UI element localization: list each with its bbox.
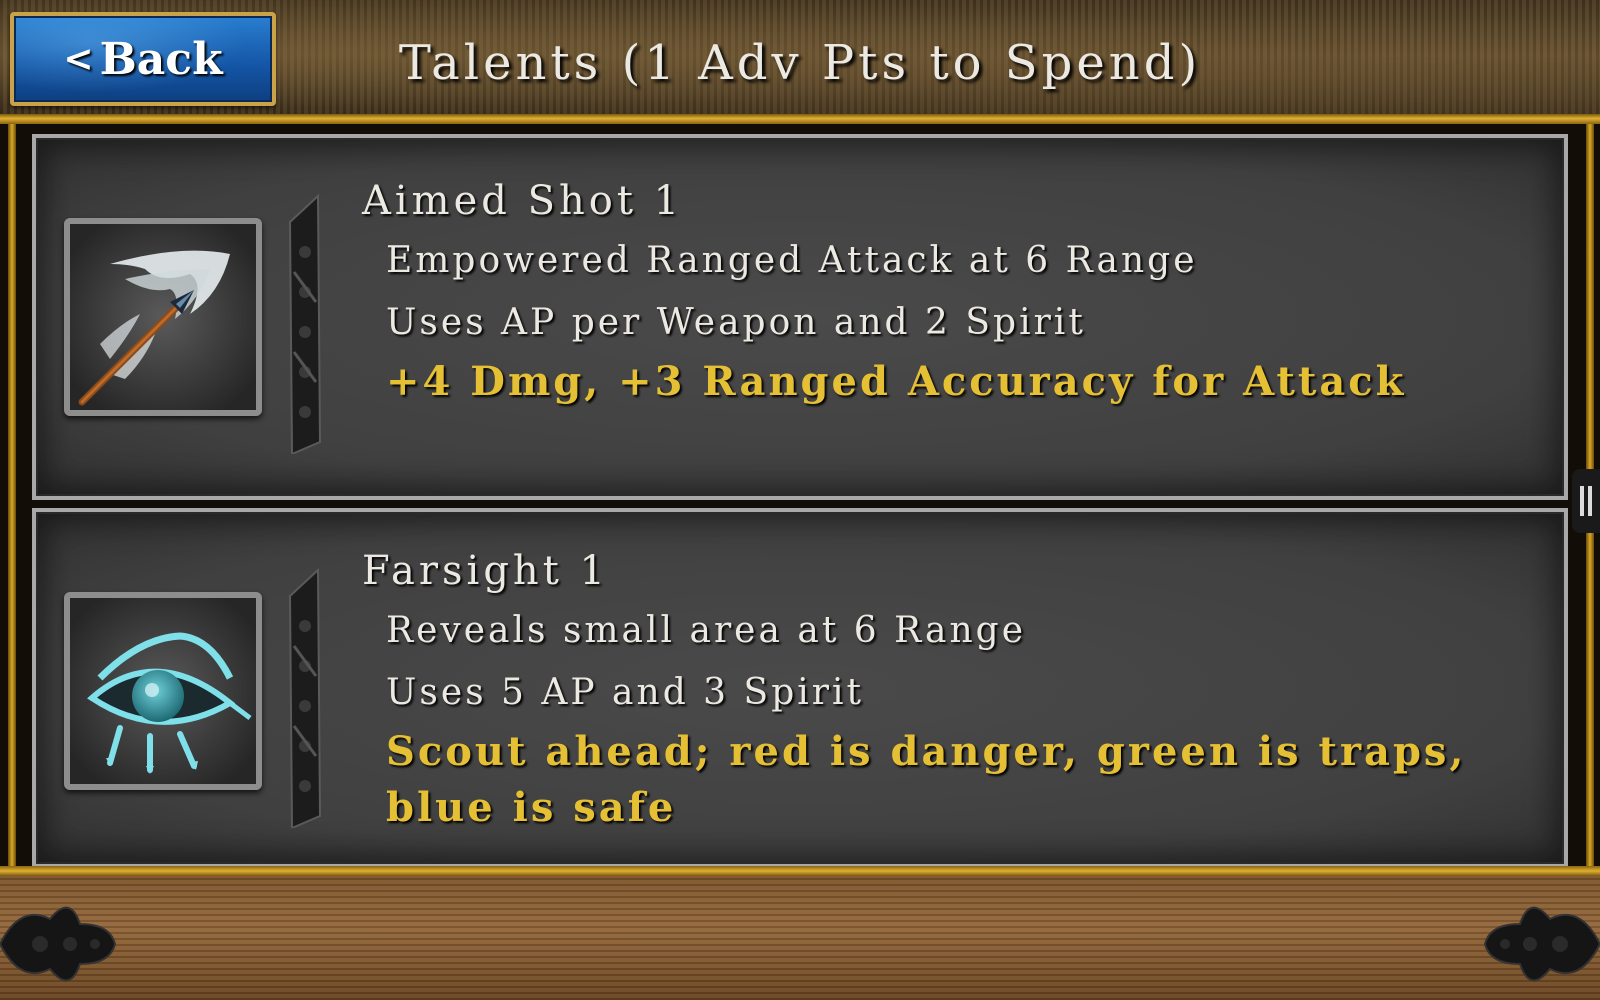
ornament-right-icon	[1480, 894, 1600, 994]
page-title: Talents (1 Adv Pts to Spend)	[398, 35, 1202, 91]
talent-description: Reveals small area at 6 Range	[386, 610, 1027, 651]
eye-icon	[64, 592, 262, 790]
arrow-icon	[64, 218, 262, 416]
talent-description: Empowered Ranged Attack at 6 Range	[386, 240, 1198, 281]
talent-rank-bar	[280, 566, 328, 828]
scrollbar-handle[interactable]	[1572, 469, 1600, 533]
talent-list: Aimed Shot 1 Empowered Ranged Attack at …	[0, 124, 1600, 868]
talent-cost: Uses 5 AP and 3 Spirit	[386, 672, 864, 713]
talent-name: Aimed Shot 1	[362, 178, 684, 224]
talent-bonus: +4 Dmg, +3 Ranged Accuracy for Attack	[386, 358, 1407, 405]
talent-rank-bar	[280, 192, 328, 454]
talent-cost: Uses AP per Weapon and 2 Spirit	[386, 302, 1086, 343]
talent-bonus: Scout ahead; red is danger, green is tra…	[386, 728, 1467, 831]
left-gold-rail	[8, 124, 16, 866]
header-bar: < Back Talents (1 Adv Pts to Spend)	[0, 0, 1600, 124]
back-button[interactable]: < Back	[10, 12, 276, 106]
back-button-label: Back	[99, 33, 223, 85]
talent-card-aimed-shot[interactable]: Aimed Shot 1 Empowered Ranged Attack at …	[32, 134, 1568, 500]
footer-bar	[0, 866, 1600, 1000]
ornament-left-icon	[0, 894, 120, 994]
chevron-left-icon: <	[63, 38, 94, 80]
talent-text: Farsight 1 Reveals small area at 6 Range…	[362, 542, 1542, 836]
talent-text: Aimed Shot 1 Empowered Ranged Attack at …	[362, 172, 1542, 410]
talent-name: Farsight 1	[362, 548, 609, 594]
talent-card-farsight[interactable]: Farsight 1 Reveals small area at 6 Range…	[32, 508, 1568, 868]
